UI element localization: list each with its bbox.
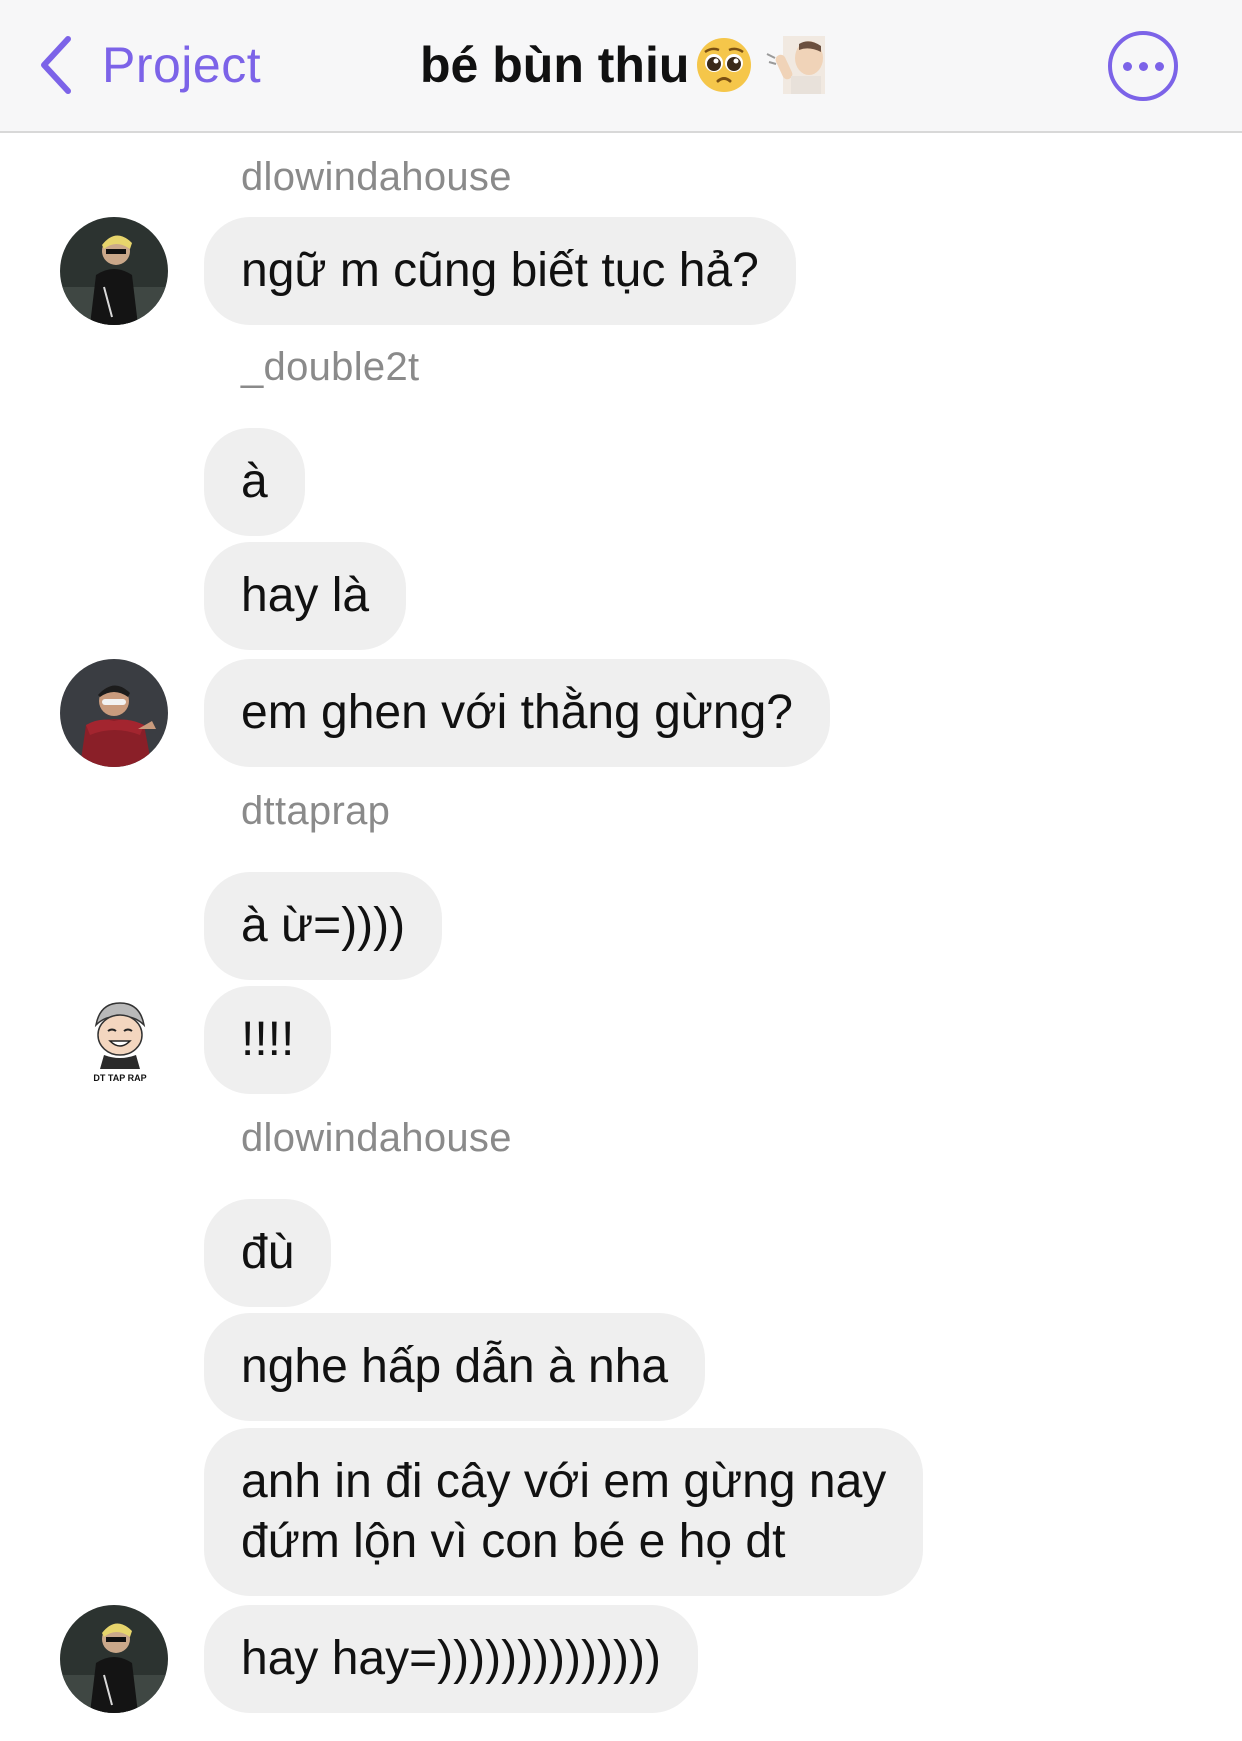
avatar-dlowindahouse[interactable]: [60, 1605, 168, 1713]
more-dot-icon: [1154, 61, 1164, 71]
more-options-button[interactable]: [1108, 31, 1178, 101]
message-bubble[interactable]: à: [204, 428, 305, 536]
avatar-dlowindahouse[interactable]: [60, 217, 168, 325]
back-button[interactable]: Project: [36, 30, 261, 100]
message-text-line: anh in đi cây với em gừng nay: [241, 1455, 887, 1508]
message-bubble[interactable]: nghe hấp dẫn à nha: [204, 1313, 706, 1421]
navigation-bar: Project bé bùn thiu: [0, 0, 1242, 133]
avatar-caption: DT TAP RAP: [93, 1073, 146, 1083]
message-bubble[interactable]: !!!!: [204, 986, 332, 1094]
shushing-hand-icon: [766, 36, 826, 94]
pleading-face-icon: [697, 38, 752, 92]
chat-title[interactable]: bé bùn thiu: [420, 30, 827, 100]
avatar-double2t[interactable]: [60, 659, 168, 767]
message-bubble[interactable]: à ừ=)))): [204, 872, 443, 980]
avatar-dttaprap[interactable]: DT TAP RAP: [70, 997, 170, 1087]
chevron-left-icon: [41, 36, 71, 94]
message-bubble[interactable]: đù: [204, 1199, 332, 1307]
message-bubble[interactable]: anh in đi cây với em gừng nay đứm lộn vì…: [204, 1428, 924, 1596]
message-bubble[interactable]: hay là: [204, 542, 407, 650]
chat-title-text: bé bùn thiu: [420, 37, 690, 93]
message-bubble[interactable]: ngữ m cũng biết tục hả?: [204, 217, 796, 325]
sender-username: _double2t: [241, 345, 420, 389]
sender-username: dlowindahouse: [241, 1116, 512, 1160]
back-label: Project: [102, 37, 262, 93]
message-text: anh in đi cây với em gừng nay đứm lộn vì…: [241, 1452, 886, 1572]
sender-username: dlowindahouse: [241, 155, 512, 199]
message-text-line: đứm lộn vì con bé e họ dt: [241, 1515, 786, 1568]
more-dot-icon: [1122, 61, 1132, 71]
message-bubble[interactable]: hay hay=)))))))))))))): [204, 1605, 698, 1713]
more-dot-icon: [1138, 61, 1148, 71]
message-list[interactable]: dlowindahouse ngữ m cũng biết tục hả? _d…: [0, 135, 1242, 1741]
message-bubble[interactable]: em ghen với thằng gừng?: [204, 659, 830, 767]
sender-username: dttaprap: [241, 789, 391, 833]
